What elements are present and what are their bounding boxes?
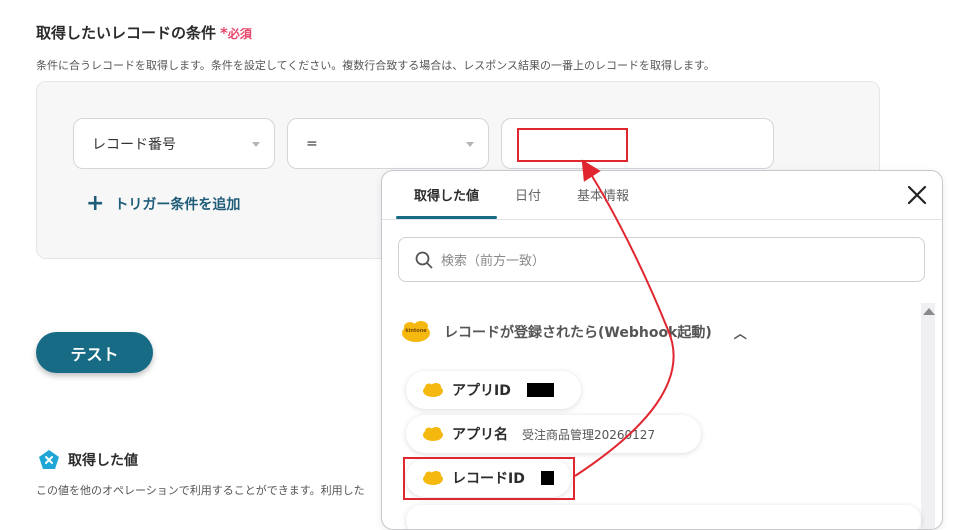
annotation-arrow bbox=[574, 159, 675, 477]
